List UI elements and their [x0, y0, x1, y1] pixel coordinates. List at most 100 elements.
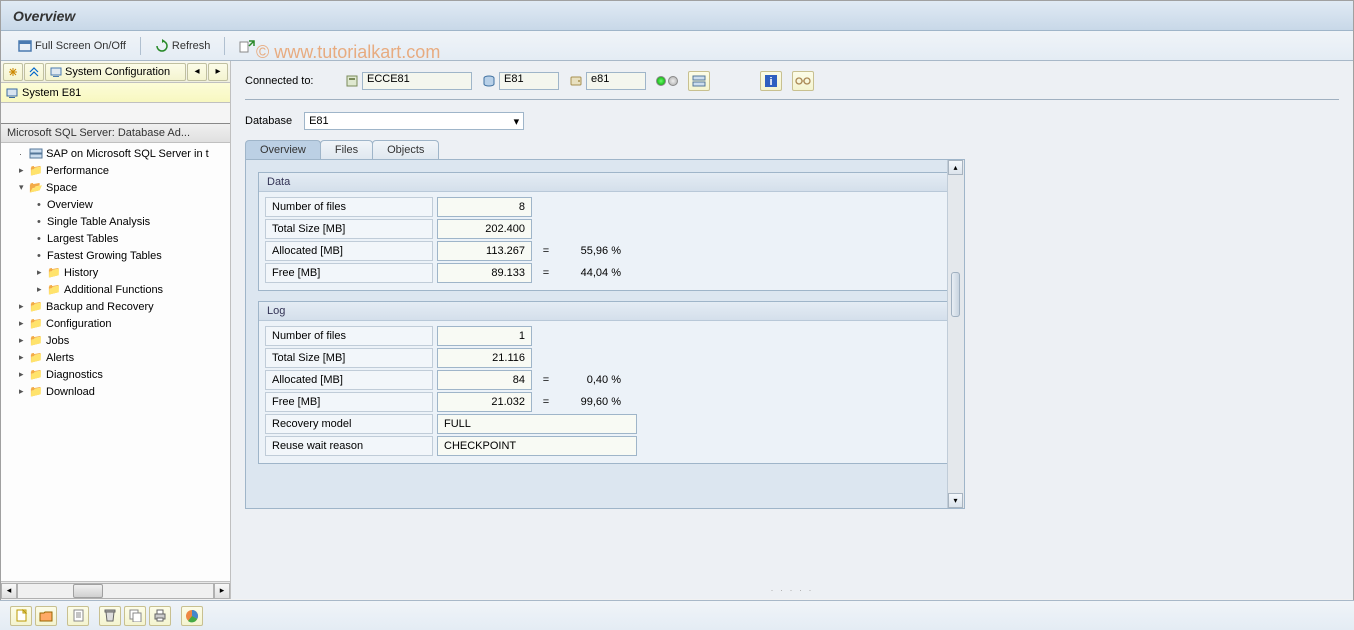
expand-toggle-icon[interactable]: ▸ [19, 386, 29, 397]
tree-node-backup[interactable]: ▸Backup and Recovery [1, 298, 230, 315]
scroll-left-icon[interactable]: ◂ [1, 583, 17, 599]
refresh-icon [155, 39, 169, 53]
collapse-toggle-icon[interactable]: ▾ [19, 182, 29, 193]
export-button[interactable] [232, 36, 262, 56]
scroll-down-icon[interactable]: ▾ [948, 493, 963, 508]
conn-server-field: ECCE81 [345, 72, 472, 90]
tree-label: Overview [47, 199, 93, 211]
tab-objects[interactable]: Objects [372, 140, 439, 159]
tree-node-history[interactable]: ▸History [1, 264, 230, 281]
nav-next-icon[interactable]: ▸ [208, 63, 228, 81]
tree-node-space[interactable]: ▾Space [1, 179, 230, 196]
database-select[interactable]: E81 ▾ [304, 112, 524, 130]
folder-open-icon [29, 182, 43, 194]
sidebar-scrollbar[interactable]: ◂ ▸ [1, 581, 230, 599]
tree-node-alerts[interactable]: ▸ Alerts [1, 349, 230, 366]
label: Recovery model [265, 414, 433, 434]
scroll-track[interactable] [17, 583, 214, 599]
expand-toggle-icon[interactable]: ▸ [19, 352, 29, 363]
log-group-title: Log [259, 302, 951, 321]
info-button[interactable]: i [760, 71, 782, 91]
print-button[interactable] [149, 606, 171, 626]
tree-node-sap[interactable]: · SAP on Microsoft SQL Server in t [1, 145, 230, 162]
system-config-button[interactable]: System Configuration [45, 63, 186, 81]
tree-label: Fastest Growing Tables [47, 250, 162, 262]
conn-server-value[interactable]: ECCE81 [362, 72, 472, 90]
equals: = [540, 267, 552, 279]
tree-label: Performance [46, 165, 109, 177]
new-button[interactable] [10, 606, 32, 626]
tree-node-configuration[interactable]: ▸Configuration [1, 315, 230, 332]
copy-button[interactable] [124, 606, 146, 626]
percent: 55,96 % [552, 245, 627, 257]
value: 1 [437, 326, 532, 346]
expand-toggle-icon[interactable]: ▸ [19, 335, 29, 346]
status-lights [656, 76, 678, 86]
open-button[interactable] [35, 606, 57, 626]
connection-row: Connected to: ECCE81 E81 e81 i [245, 71, 1339, 100]
equals: = [540, 245, 552, 257]
scroll-up-icon[interactable]: ▴ [948, 160, 963, 175]
tab-strip: Overview Files Objects [245, 140, 1339, 159]
expand-toggle-icon[interactable]: ▸ [37, 284, 47, 295]
expand-toggle-icon[interactable]: ▸ [19, 165, 29, 176]
tab-files[interactable]: Files [320, 140, 373, 159]
percent: 0,40 % [552, 374, 627, 386]
label: Total Size [MB] [265, 348, 433, 368]
tree-node-overview[interactable]: Overview [1, 196, 230, 213]
scroll-right-icon[interactable]: ▸ [214, 583, 230, 599]
resize-handle-icon[interactable]: · · · · · [771, 585, 814, 595]
tree-node-performance[interactable]: ▸ Performance [1, 162, 230, 179]
fullscreen-button[interactable]: Full Screen On/Off [11, 37, 133, 55]
scroll-thumb[interactable] [951, 272, 960, 317]
data-group: Data Number of files 8 Total Size [MB] 2… [258, 172, 952, 291]
expand-toggle-icon[interactable]: ▸ [19, 301, 29, 312]
title-bar: Overview [1, 1, 1353, 31]
folder-icon [29, 352, 43, 364]
separator [140, 37, 141, 55]
tree-node-fastest[interactable]: Fastest Growing Tables [1, 247, 230, 264]
log-group-body: Number of files 1 Total Size [MB] 21.116… [259, 321, 951, 463]
system-selector[interactable]: System E81 [1, 83, 230, 103]
expand-toggle-icon[interactable]: ▸ [37, 267, 47, 278]
folder-icon [29, 335, 43, 347]
refresh-button[interactable]: Refresh [148, 36, 218, 56]
tree-node-additional[interactable]: ▸Additional Functions [1, 281, 230, 298]
fullscreen-label: Full Screen On/Off [35, 40, 126, 52]
label: Total Size [MB] [265, 219, 433, 239]
delete-button[interactable] [99, 606, 121, 626]
expand-toggle-icon[interactable]: ▸ [19, 318, 29, 329]
folder-icon [29, 165, 43, 177]
conn-instance-value[interactable]: E81 [499, 72, 559, 90]
status-green-icon [656, 76, 666, 86]
refresh-label: Refresh [172, 40, 211, 52]
glasses-button[interactable] [792, 71, 814, 91]
tree-label: Alerts [46, 352, 74, 364]
scroll-thumb[interactable] [73, 584, 103, 598]
log-group: Log Number of files 1 Total Size [MB] 21… [258, 301, 952, 464]
row-log-reuse: Reuse wait reason CHECKPOINT [265, 435, 945, 457]
tree-node-jobs[interactable]: ▸Jobs [1, 332, 230, 349]
database-row: Database E81 ▾ [245, 112, 1339, 130]
collapse-icon[interactable] [24, 63, 44, 81]
expand-icon[interactable] [3, 63, 23, 81]
conn-instance-field: E81 [482, 72, 559, 90]
tree-node-single-table[interactable]: Single Table Analysis [1, 213, 230, 230]
value: 21.032 [437, 392, 532, 412]
expand-toggle-icon[interactable]: ▸ [19, 369, 29, 380]
tree-label: Diagnostics [46, 369, 103, 381]
connection-button[interactable] [688, 71, 710, 91]
tree-node-download[interactable]: ▸Download [1, 383, 230, 400]
tree-node-largest[interactable]: Largest Tables [1, 230, 230, 247]
database-icon [482, 74, 496, 88]
chart-button[interactable] [181, 606, 203, 626]
tab-overview[interactable]: Overview [245, 140, 321, 159]
separator [224, 37, 225, 55]
value: 21.116 [437, 348, 532, 368]
label: Reuse wait reason [265, 436, 433, 456]
tree-node-diagnostics[interactable]: ▸ Diagnostics [1, 366, 230, 383]
nav-prev-icon[interactable]: ◂ [187, 63, 207, 81]
panel-scrollbar[interactable]: ▴ ▾ [947, 160, 964, 508]
edit-button[interactable] [67, 606, 89, 626]
conn-db-value[interactable]: e81 [586, 72, 646, 90]
